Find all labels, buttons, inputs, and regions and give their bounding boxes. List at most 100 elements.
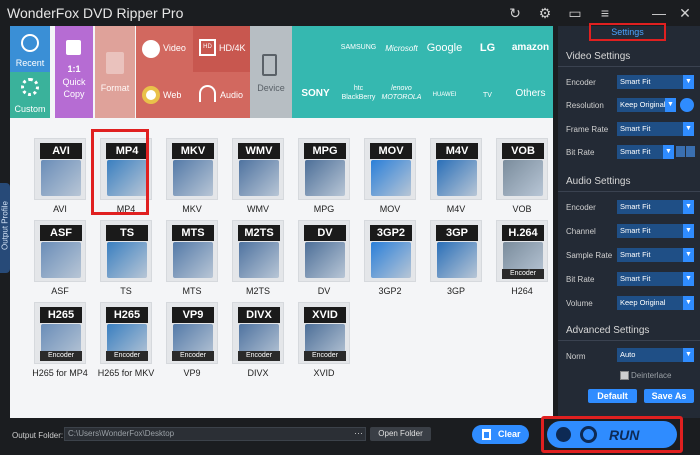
format-thumbnail[interactable]: VP9 Encoder (166, 302, 218, 364)
video-bitrate-select[interactable]: Smart Fit (617, 145, 663, 159)
chat-icon[interactable]: ▭ (566, 4, 584, 22)
format-item[interactable]: 3GP2 3GP2 (360, 220, 420, 300)
format-item[interactable]: M4V M4V (426, 138, 486, 218)
format-item[interactable]: DV DV (294, 220, 354, 300)
brand-amazon[interactable]: amazon (509, 42, 552, 53)
cbr-toggle[interactable] (676, 146, 685, 157)
format-thumbnail[interactable]: DIVX Encoder (232, 302, 284, 364)
brand-microsoft[interactable]: Microsoft (380, 44, 423, 53)
format-item[interactable]: H265 Encoder H265 for MKV (96, 302, 156, 382)
format-thumbnail[interactable]: H265 Encoder (34, 302, 86, 364)
frame-rate-select[interactable]: Smart Fit (617, 122, 683, 136)
category-hd4k[interactable]: HD HD/4K (193, 26, 250, 72)
format-thumbnail[interactable]: ASF (34, 220, 86, 282)
format-thumbnail[interactable]: H.264 Encoder (496, 220, 548, 282)
chevron-down-icon[interactable]: ▼ (683, 224, 694, 238)
format-item[interactable]: H.264 Encoder H264 (492, 220, 552, 300)
format-thumbnail[interactable]: M2TS (232, 220, 284, 282)
chevron-down-icon[interactable]: ▼ (683, 348, 694, 362)
close-icon[interactable]: ✕ (676, 4, 694, 22)
default-button[interactable]: Default (588, 389, 637, 403)
output-folder-field[interactable]: C:\Users\WonderFox\Desktop (64, 427, 366, 441)
chevron-down-icon[interactable]: ▼ (683, 200, 694, 214)
format-item[interactable]: MTS MTS (162, 220, 222, 300)
refresh-icon[interactable]: ↻ (506, 4, 524, 22)
format-thumbnail[interactable]: XVID Encoder (298, 302, 350, 364)
brand-sony[interactable]: SONY (294, 88, 337, 99)
format-thumbnail[interactable]: H265 Encoder (100, 302, 152, 364)
norm-select[interactable]: Auto (617, 348, 683, 362)
format-thumbnail[interactable]: TS (100, 220, 152, 282)
format-item[interactable]: MPG MPG (294, 138, 354, 218)
format-item[interactable]: MKV MKV (162, 138, 222, 218)
open-folder-button[interactable]: Open Folder (370, 427, 431, 441)
brand-huawei[interactable]: HUAWEI (423, 92, 466, 98)
category-web[interactable]: Web (136, 72, 193, 118)
edit-icon[interactable] (680, 98, 694, 112)
video-encoder-select[interactable]: Smart Fit (617, 75, 683, 89)
quick-copy-line1: Quick (62, 77, 86, 87)
audio-encoder-select[interactable]: Smart Fit (617, 200, 683, 214)
format-thumbnail[interactable]: MPG (298, 138, 350, 200)
format-item[interactable]: VP9 Encoder VP9 (162, 302, 222, 382)
chevron-down-icon[interactable]: ▼ (683, 248, 694, 262)
format-thumbnail[interactable]: VOB (496, 138, 548, 200)
format-thumbnail[interactable]: MKV (166, 138, 218, 200)
chevron-down-icon[interactable]: ▼ (663, 145, 674, 159)
gear-icon[interactable]: ⚙ (536, 4, 554, 22)
category-video[interactable]: Video (136, 26, 193, 72)
chevron-down-icon[interactable]: ▼ (665, 98, 676, 112)
format-thumbnail[interactable]: MTS (166, 220, 218, 282)
chevron-down-icon[interactable]: ▼ (683, 122, 694, 136)
format-item[interactable]: DIVX Encoder DIVX (228, 302, 288, 382)
category-custom[interactable]: Custom (10, 72, 50, 118)
format-item[interactable]: TS TS (96, 220, 156, 300)
vbr-toggle[interactable] (686, 146, 695, 157)
category-audio[interactable]: Audio (193, 72, 250, 118)
output-profile-tab[interactable]: Output Profile (0, 183, 10, 273)
format-item[interactable]: H265 Encoder H265 for MP4 (30, 302, 90, 382)
clear-button[interactable]: Clear (472, 425, 529, 444)
chevron-down-icon[interactable]: ▼ (683, 296, 694, 310)
format-item[interactable]: M2TS M2TS (228, 220, 288, 300)
resolution-select[interactable]: Keep Original (617, 98, 665, 112)
category-recent[interactable]: Recent (10, 26, 50, 72)
format-thumbnail[interactable]: M4V (430, 138, 482, 200)
menu-icon[interactable]: ≡ (596, 4, 614, 22)
format-item[interactable]: VOB VOB (492, 138, 552, 218)
sample-rate-select[interactable]: Smart Fit (617, 248, 683, 262)
save-as-button[interactable]: Save As (644, 389, 694, 403)
format-thumbnail[interactable]: 3GP (430, 220, 482, 282)
brand-lenovo-motorola[interactable]: lenovo MOTOROLA (380, 84, 423, 102)
brand-tv[interactable]: TV (466, 92, 509, 99)
format-thumbnail[interactable]: WMV (232, 138, 284, 200)
format-item[interactable]: 3GP 3GP (426, 220, 486, 300)
minimize-icon[interactable]: — (650, 4, 668, 22)
brand-lg[interactable]: LG (466, 42, 509, 54)
brand-htc-blackberry[interactable]: htc BlackBerry (337, 84, 380, 102)
chevron-down-icon[interactable]: ▼ (683, 75, 694, 89)
volume-select[interactable]: Keep Original (617, 296, 683, 310)
format-item[interactable]: WMV WMV (228, 138, 288, 218)
brand-samsung[interactable]: SAMSUNG (337, 44, 380, 51)
run-button[interactable]: RUN (547, 421, 677, 448)
browse-button[interactable]: ··· (351, 427, 366, 441)
chevron-down-icon[interactable]: ▼ (683, 272, 694, 286)
settings-tab[interactable]: Settings (589, 23, 666, 41)
category-device[interactable]: Device (250, 26, 292, 118)
brand-google[interactable]: Google (423, 42, 466, 54)
format-item[interactable]: XVID Encoder XVID (294, 302, 354, 382)
format-thumbnail[interactable]: 3GP2 (364, 220, 416, 282)
format-thumbnail[interactable]: DV (298, 220, 350, 282)
format-thumbnail[interactable]: MOV (364, 138, 416, 200)
format-item[interactable]: ASF ASF (30, 220, 90, 300)
channel-select[interactable]: Smart Fit (617, 224, 683, 238)
audio-bitrate-select[interactable]: Smart Fit (617, 272, 683, 286)
format-item[interactable]: MOV MOV (360, 138, 420, 218)
format-thumbnail[interactable]: AVI (34, 138, 86, 200)
category-quick-copy[interactable]: 1:1 Quick Copy (55, 26, 93, 118)
format-item[interactable]: AVI AVI (30, 138, 90, 218)
category-format[interactable]: Format (95, 26, 135, 118)
deinterlace-checkbox[interactable] (620, 371, 629, 380)
brand-others[interactable]: Others (509, 88, 552, 99)
